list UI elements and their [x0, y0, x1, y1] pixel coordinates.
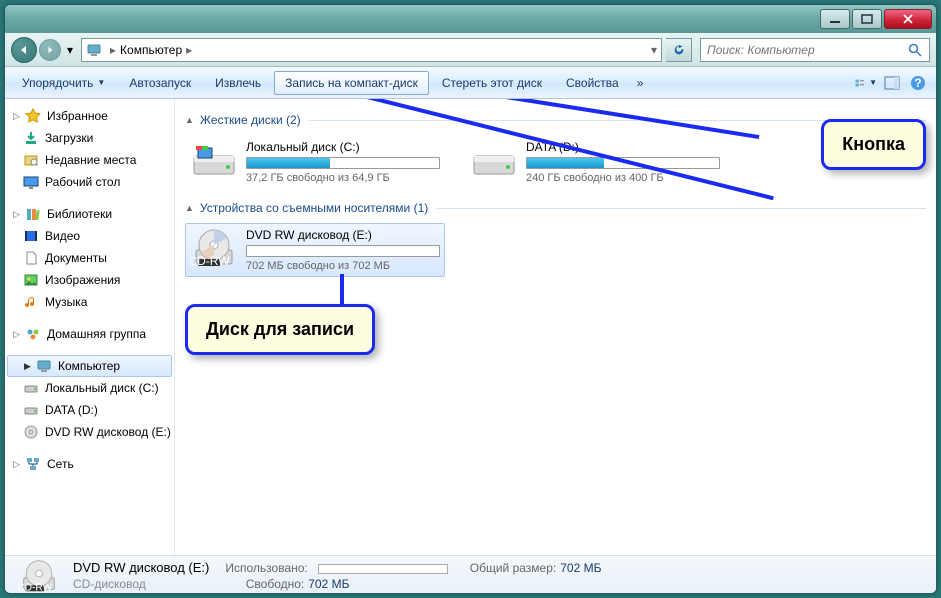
pictures-icon: [23, 272, 39, 288]
music-icon: [23, 294, 39, 310]
content-pane: ▲Жесткие диски (2) Локальный диск (C:) 3…: [175, 99, 936, 555]
drive-usage-bar: [246, 157, 440, 169]
search-input[interactable]: [707, 43, 907, 57]
svg-text:CD-RW: CD-RW: [190, 254, 230, 268]
group-hdd[interactable]: ▲Жесткие диски (2): [185, 113, 926, 127]
sidebar-item-desktop[interactable]: Рабочий стол: [5, 171, 174, 193]
organize-button[interactable]: Упорядочить▼: [11, 71, 116, 95]
help-button[interactable]: ?: [906, 71, 930, 95]
forward-button[interactable]: [39, 39, 61, 61]
sidebar-item-recent[interactable]: Недавние места: [5, 149, 174, 171]
sidebar-item-downloads[interactable]: Загрузки: [5, 127, 174, 149]
refresh-button[interactable]: [666, 38, 692, 62]
video-icon: [23, 228, 39, 244]
optical-drive-icon: [23, 424, 39, 440]
details-usage-bar: [318, 564, 448, 574]
eject-button[interactable]: Извлечь: [204, 71, 272, 95]
hdd-icon: [190, 140, 238, 180]
details-pane: CD-RW DVD RW дисковод (E:)Использовано:О…: [5, 555, 936, 594]
sidebar-libraries[interactable]: ▷Библиотеки: [5, 203, 174, 225]
optical-drive-icon: CD-RW: [190, 228, 238, 268]
more-commands-button[interactable]: »: [632, 71, 649, 95]
hdd-icon: [23, 380, 39, 396]
burn-button[interactable]: Запись на компакт-диск: [274, 71, 429, 95]
drive-d[interactable]: DATA (D:) 240 ГБ свободно из 400 ГБ: [465, 135, 725, 189]
svg-text:CD-RW: CD-RW: [17, 582, 52, 593]
drive-usage-bar: [246, 245, 440, 257]
command-bar: Упорядочить▼ Автозапуск Извлечь Запись н…: [5, 67, 936, 99]
preview-pane-button[interactable]: [880, 71, 904, 95]
sidebar-item-documents[interactable]: Документы: [5, 247, 174, 269]
computer-icon: [86, 42, 102, 58]
star-icon: [25, 108, 41, 124]
breadcrumb-root[interactable]: Компьютер: [120, 43, 182, 57]
details-title: DVD RW дисковод (E:): [73, 560, 209, 575]
drive-e[interactable]: CD-RW DVD RW дисковод (E:) 702 МБ свобод…: [185, 223, 445, 277]
titlebar: [5, 5, 936, 33]
drive-free-text: 702 МБ свободно из 702 МБ: [246, 260, 440, 272]
sidebar-item-pictures[interactable]: Изображения: [5, 269, 174, 291]
address-dropdown-icon[interactable]: ▾: [651, 43, 657, 57]
properties-button[interactable]: Свойства: [555, 71, 630, 95]
explorer-window: ▾ ▸ Компьютер ▸ ▾ Упорядочить▼ Автозапус…: [4, 4, 937, 594]
details-subtitle: CD-дисковод: [73, 577, 146, 591]
drive-free-text: 37,2 ГБ свободно из 64,9 ГБ: [246, 172, 440, 184]
documents-icon: [23, 250, 39, 266]
libraries-icon: [25, 206, 41, 222]
nav-history-dropdown[interactable]: ▾: [63, 39, 77, 61]
group-removable[interactable]: ▲Устройства со съемными носителями (1): [185, 201, 926, 215]
maximize-button[interactable]: [852, 9, 882, 29]
network-icon: [25, 456, 41, 472]
body: ▷Избранное Загрузки Недавние места Рабоч…: [5, 99, 936, 555]
drive-c[interactable]: Локальный диск (C:) 37,2 ГБ свободно из …: [185, 135, 445, 189]
desktop-icon: [23, 174, 39, 190]
sidebar-computer[interactable]: ▶Компьютер: [7, 355, 172, 377]
back-button[interactable]: [11, 37, 37, 63]
minimize-button[interactable]: [820, 9, 850, 29]
view-options-button[interactable]: ▼: [854, 71, 878, 95]
close-button[interactable]: [884, 9, 932, 29]
hdd-icon: [470, 140, 518, 180]
search-icon: [907, 42, 923, 58]
erase-button[interactable]: Стереть этот диск: [431, 71, 553, 95]
sidebar-network[interactable]: ▷Сеть: [5, 453, 174, 475]
recent-icon: [23, 152, 39, 168]
address-bar[interactable]: ▸ Компьютер ▸ ▾: [81, 38, 662, 62]
sidebar-item-drive-c[interactable]: Локальный диск (C:): [5, 377, 174, 399]
window-controls: [818, 9, 932, 29]
annotation-button: Кнопка: [821, 119, 926, 170]
navigation-pane: ▷Избранное Загрузки Недавние места Рабоч…: [5, 99, 175, 555]
annotation-line: [340, 274, 344, 304]
drive-label: DVD RW дисковод (E:): [246, 228, 440, 242]
homegroup-icon: [25, 326, 41, 342]
sidebar-item-video[interactable]: Видео: [5, 225, 174, 247]
drive-label: Локальный диск (C:): [246, 140, 440, 154]
sidebar-favorites[interactable]: ▷Избранное: [5, 105, 174, 127]
navbar: ▾ ▸ Компьютер ▸ ▾: [5, 33, 936, 67]
annotation-disc: Диск для записи: [185, 304, 375, 355]
autoplay-button[interactable]: Автозапуск: [118, 71, 202, 95]
sidebar-item-drive-e[interactable]: DVD RW дисковод (E:): [5, 421, 174, 443]
sidebar-item-drive-d[interactable]: DATA (D:): [5, 399, 174, 421]
search-box[interactable]: [700, 38, 930, 62]
optical-drive-icon: CD-RW: [15, 559, 63, 593]
computer-icon: [36, 358, 52, 374]
sidebar-item-music[interactable]: Музыка: [5, 291, 174, 313]
sidebar-homegroup[interactable]: ▷Домашняя группа: [5, 323, 174, 345]
svg-text:?: ?: [914, 76, 921, 90]
downloads-icon: [23, 130, 39, 146]
hdd-icon: [23, 402, 39, 418]
